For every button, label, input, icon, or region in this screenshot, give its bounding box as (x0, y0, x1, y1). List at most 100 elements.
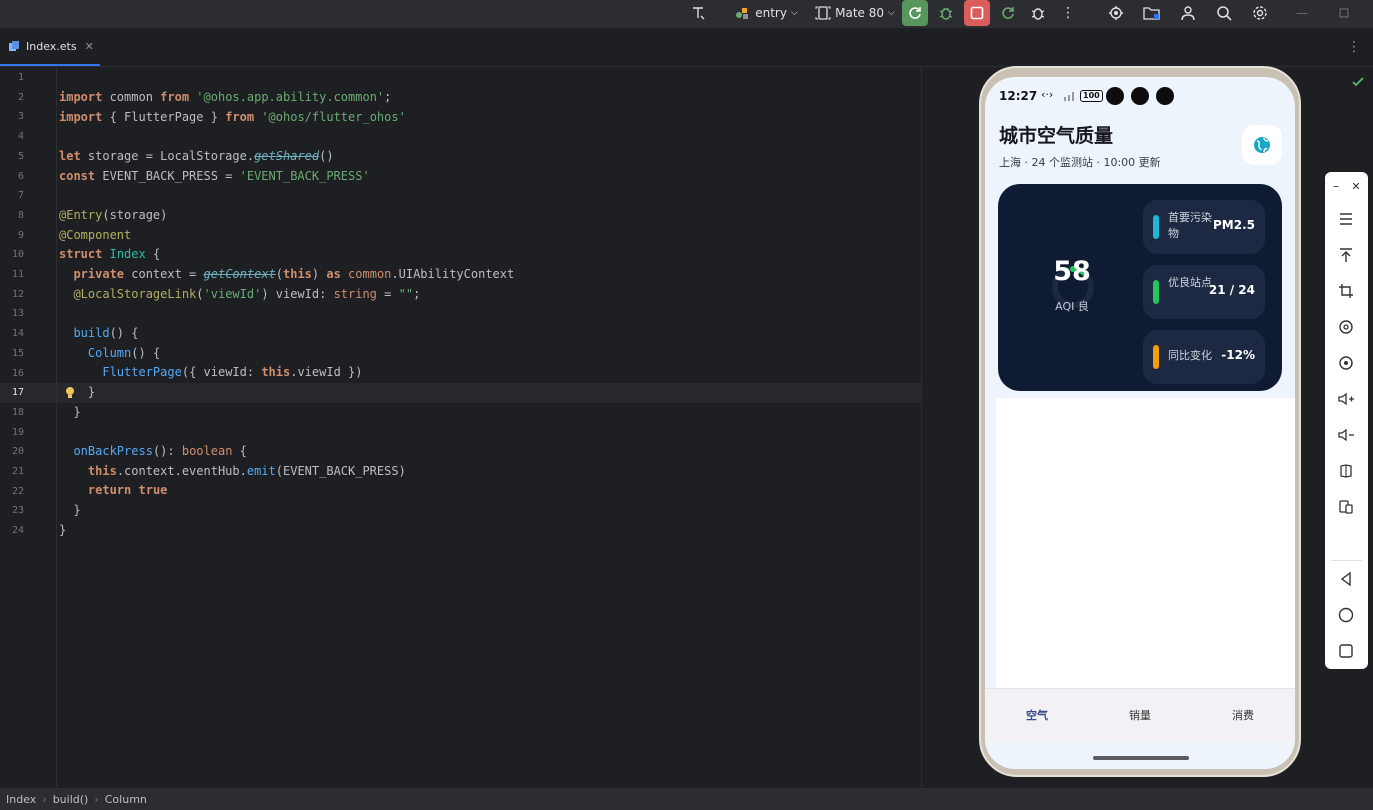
device-selector[interactable]: Mate 80 ⌵ (814, 0, 896, 26)
line-number: 1 (17, 72, 24, 83)
chevron-right-icon: › (94, 792, 99, 806)
text-tool-icon[interactable] (686, 0, 710, 26)
tab-index-ets[interactable]: Index.ets ✕ (0, 28, 100, 66)
breadcrumb: Index › build() › Column (0, 787, 1373, 810)
page-title: 城市空气质量 (999, 125, 1114, 147)
phone-status-bar: 12:27 ‹·› 100 (985, 85, 1295, 107)
rotate-back-icon[interactable] (1335, 352, 1357, 374)
bottom-navigation: 空气 销量 消费 (985, 688, 1295, 742)
nav-tab-sales[interactable]: 销量 (1100, 707, 1180, 723)
folder-icon (1143, 7, 1160, 20)
device-icon (815, 6, 831, 20)
status-time: 12:27 (999, 89, 1038, 103)
line-number: 4 (17, 131, 24, 143)
settings-button[interactable] (1248, 0, 1272, 26)
more-vertical-icon[interactable]: ⋮ (1344, 34, 1364, 60)
line-number: 10 (11, 249, 24, 261)
breadcrumb-item-index[interactable]: Index (6, 793, 36, 806)
code-line-8: @Entry(storage) (59, 208, 168, 222)
line-number: 14 (11, 328, 24, 340)
multi-device-icon[interactable] (1335, 496, 1357, 518)
rerun-button[interactable] (902, 0, 928, 26)
line-number: 17 (11, 387, 24, 399)
line-number: 15 (11, 347, 24, 359)
code-line-15: Column() { (87, 345, 161, 360)
divider (1331, 560, 1362, 561)
code-line-18: } (59, 404, 81, 419)
restore-window-icon[interactable] (1334, 0, 1354, 26)
phone-screen: 12:27 ‹·› 100 城市空气质量 上海 · 24 个监测站 · 10:0… (985, 77, 1295, 769)
stat-label: 首要污染物 (1168, 211, 1212, 240)
more-vertical-icon[interactable]: ⋮ (1058, 0, 1078, 26)
run-config-label: entry (755, 6, 787, 20)
device-manager-button[interactable] (1104, 0, 1128, 26)
project-files-button[interactable] (1140, 0, 1164, 26)
chevron-down-icon: ⌵ (888, 8, 895, 18)
volume-up-icon[interactable] (1335, 388, 1357, 410)
code-line-2: import common from '@ohos.app.ability.co… (59, 90, 392, 104)
home-indicator[interactable] (1093, 756, 1189, 760)
stat-label: 同比变化 (1168, 349, 1212, 362)
line-number: 13 (11, 308, 24, 320)
stop-button[interactable] (964, 0, 990, 26)
pin-top-icon[interactable] (1335, 244, 1357, 266)
code-line-11: private context = getContext(this) as co… (73, 267, 515, 281)
search-icon (1217, 6, 1232, 21)
apply-changes-icon (1002, 7, 1014, 19)
line-number: 16 (11, 367, 24, 379)
code-line-20: onBackPress(): boolean { (73, 444, 247, 458)
minimize-window-icon[interactable]: — (1292, 0, 1312, 26)
line-number: 5 (17, 150, 24, 162)
code-line-14: build() { (73, 326, 139, 340)
camera-dot-icon (1106, 87, 1124, 105)
line-number: 2 (17, 91, 24, 103)
code-editor[interactable]: 1 2 3 4 5 6 7 8 9 10 11 12 13 14 15 16 17 18 19 20 21 22 23 24 … (0, 67, 921, 787)
check-icon (1352, 73, 1364, 92)
line-number-gutter: 1 2 3 4 5 6 7 8 9 10 11 12 13 14 15 16 17 18 19 20 21 22 23 24 (0, 67, 57, 787)
battery-indicator: 100 (1080, 90, 1103, 102)
close-icon[interactable]: ✕ (85, 40, 94, 53)
page-subtitle: 上海 · 24 个监测站 · 10:00 更新 (999, 156, 1161, 169)
stat-value: 21 / 24 (1208, 283, 1255, 297)
stat-color-bar (1153, 280, 1159, 304)
previewer-side-toolbar: – ✕ (1325, 172, 1368, 669)
aqi-value: 58 (1053, 256, 1091, 287)
minimize-icon[interactable]: – (1327, 177, 1345, 195)
camera-dot-icon (1156, 87, 1174, 105)
attach-debugger-button[interactable] (1026, 0, 1050, 26)
back-nav-icon[interactable] (1335, 568, 1357, 590)
nav-tab-air[interactable]: 空气 (997, 707, 1077, 723)
close-icon[interactable]: ✕ (1347, 177, 1365, 195)
line-number: 23 (11, 505, 24, 517)
code-line-16: FlutterPage({ viewId: this.viewId }) (102, 365, 363, 379)
code-line-5: let storage = LocalStorage.getShared() (59, 149, 334, 163)
home-nav-icon[interactable] (1335, 604, 1357, 626)
volume-down-icon[interactable] (1335, 424, 1357, 446)
camera-dot-icon (1131, 87, 1149, 105)
globe-button[interactable] (1242, 125, 1282, 165)
account-button[interactable] (1176, 0, 1200, 26)
rotate-icon[interactable] (1335, 316, 1357, 338)
target-icon (1109, 6, 1123, 20)
gear-icon (1253, 6, 1267, 20)
fold-icon[interactable] (1335, 460, 1357, 482)
line-number: 3 (17, 111, 24, 123)
apply-changes-button[interactable] (996, 0, 1020, 26)
debug-button[interactable] (934, 0, 958, 26)
editor-tab-bar: Index.ets ✕ ⋮ (0, 28, 1373, 67)
menu-icon[interactable] (1335, 208, 1357, 230)
breadcrumb-item-build[interactable]: build() (53, 793, 89, 806)
recents-nav-icon[interactable] (1335, 640, 1357, 662)
run-config-selector[interactable]: entry ⌵ (733, 0, 799, 26)
bug-icon (939, 7, 953, 20)
stat-color-bar (1153, 345, 1159, 369)
module-icon (736, 8, 749, 19)
nav-tab-spending[interactable]: 消费 (1203, 707, 1283, 723)
stat-value: -12% (1221, 348, 1255, 362)
line-number: 20 (11, 446, 24, 458)
code-line-3: import { FlutterPage } from '@ohos/flutt… (59, 109, 406, 124)
search-button[interactable] (1212, 0, 1236, 26)
ets-file-icon (9, 41, 19, 51)
crop-icon[interactable] (1335, 280, 1357, 302)
breadcrumb-item-column[interactable]: Column (105, 793, 147, 806)
